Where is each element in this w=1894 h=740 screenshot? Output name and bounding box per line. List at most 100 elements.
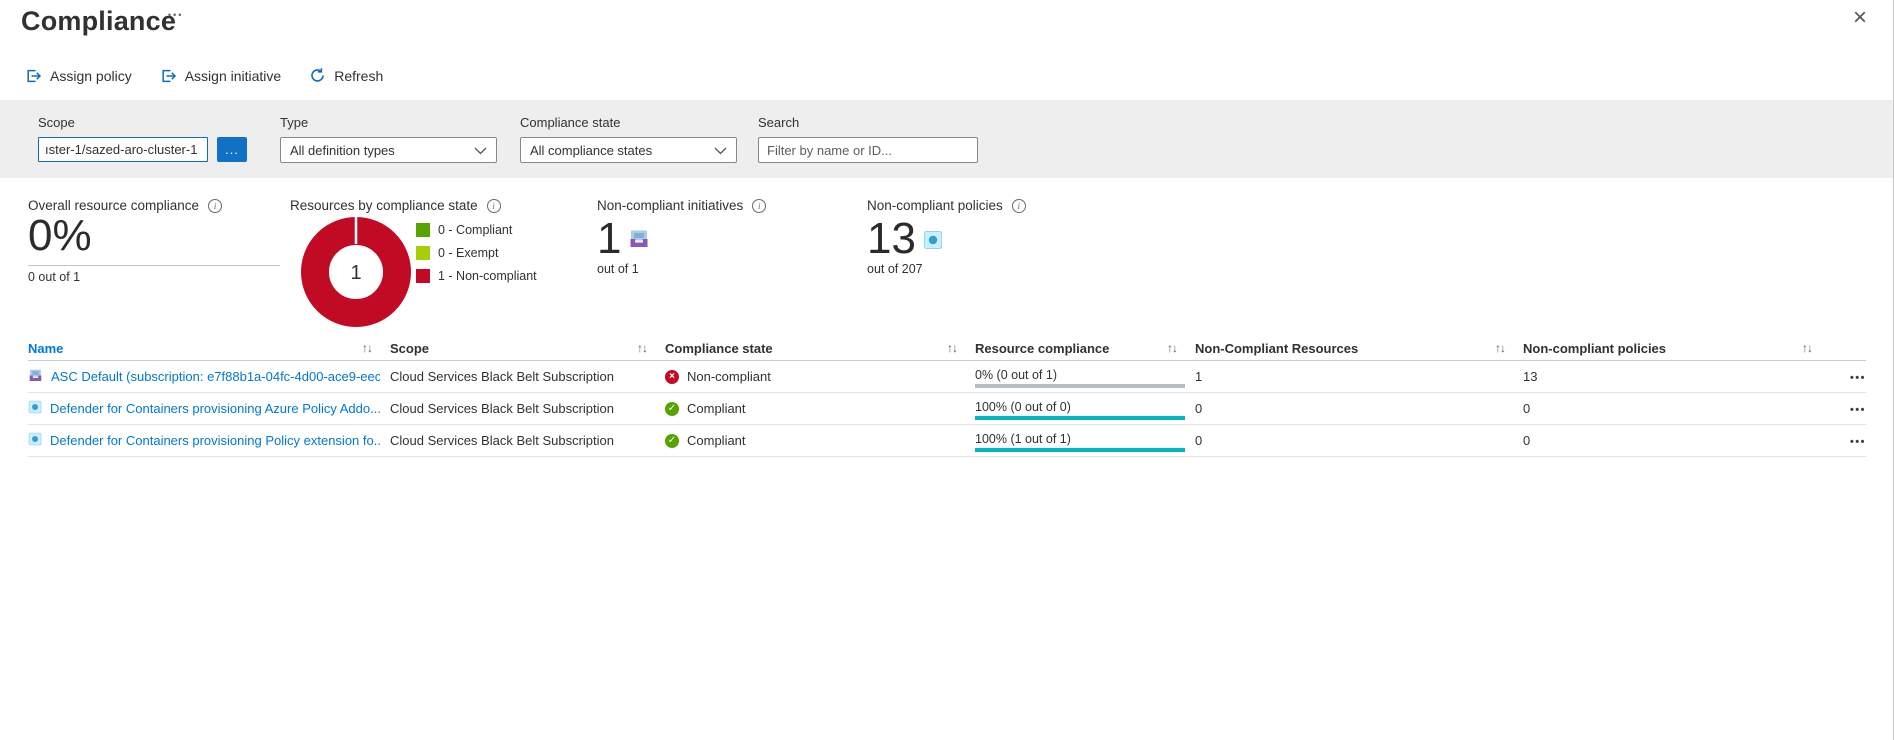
compliance-bar <box>975 416 1185 420</box>
info-icon[interactable]: i <box>1012 199 1026 213</box>
table-row: ASC Default (subscription: e7f88b1a-04fc… <box>28 361 1866 393</box>
sort-icon[interactable]: ↑↓ <box>1495 341 1505 355</box>
non-compliant-policies-stat: Non-compliant policies i 13 out of 207 <box>867 198 1026 276</box>
scope-filter: Scope ... <box>38 115 247 162</box>
overall-compliance-value: 0% <box>28 213 280 259</box>
table-row: Defender for Containers provisioning Pol… <box>28 425 1866 457</box>
assign-policy-label: Assign policy <box>50 68 132 84</box>
non-compliant-icon: × <box>665 370 679 384</box>
scope-browse-button[interactable]: ... <box>217 137 247 162</box>
sort-icon[interactable]: ↑↓ <box>1802 341 1812 355</box>
chevron-down-icon <box>714 143 727 158</box>
row-actions-icon[interactable]: ••• <box>1850 372 1866 384</box>
non-compliant-initiatives-stat: Non-compliant initiatives i 1 out of 1 <box>597 198 766 276</box>
type-filter: Type All definition types <box>280 115 497 163</box>
non-compliant-initiatives-value: 1 <box>597 216 621 262</box>
legend-item: 0 - Exempt <box>416 246 537 260</box>
chart-title-row: Resources by compliance state i <box>290 198 501 213</box>
policy-icon <box>28 432 42 449</box>
non-compliant-resources-cell: 0 <box>1195 433 1523 448</box>
info-icon[interactable]: i <box>487 199 501 213</box>
policy-icon <box>923 230 943 262</box>
table-header: Name ↑↓ Scope ↑↓ Compliance state ↑↓ Res… <box>28 336 1866 361</box>
sort-icon[interactable]: ↑↓ <box>637 341 647 355</box>
overall-compliance-sub: 0 out of 1 <box>28 270 280 284</box>
close-icon[interactable]: × <box>1853 6 1867 30</box>
initiative-icon <box>28 368 43 386</box>
initiative-icon <box>628 228 650 262</box>
policy-name-link[interactable]: ASC Default (subscription: e7f88b1a-04fc… <box>51 369 380 384</box>
compliant-icon: ✓ <box>665 402 679 416</box>
scope-label: Scope <box>38 115 247 130</box>
legend-label: 1 - Non-compliant <box>438 269 537 283</box>
compliant-icon: ✓ <box>665 434 679 448</box>
sort-icon[interactable]: ↑↓ <box>1167 341 1177 355</box>
compliance-state-dropdown[interactable]: All compliance states <box>520 137 737 163</box>
filter-band: Scope ... Type All definition types Comp… <box>0 100 1893 178</box>
table-row: Defender for Containers provisioning Azu… <box>28 393 1866 425</box>
policy-name-link[interactable]: Defender for Containers provisioning Azu… <box>50 401 380 416</box>
column-header-resource-compliance[interactable]: Resource compliance ↑↓ <box>975 341 1195 356</box>
refresh-label: Refresh <box>334 68 383 84</box>
search-filter: Search <box>758 115 978 163</box>
search-label: Search <box>758 115 978 130</box>
assign-icon <box>160 68 177 84</box>
non-compliant-policies-cell: 13 <box>1523 369 1830 384</box>
search-input[interactable] <box>758 137 978 163</box>
assign-initiative-label: Assign initiative <box>185 68 282 84</box>
sort-icon[interactable]: ↑↓ <box>947 341 957 355</box>
non-compliant-initiatives-sub: out of 1 <box>597 262 766 276</box>
refresh-button[interactable]: Refresh <box>309 67 383 84</box>
legend-swatch-exempt <box>416 246 430 260</box>
legend-swatch-non-compliant <box>416 269 430 283</box>
compliance-state-cell: Non-compliant <box>687 369 771 384</box>
policy-icon <box>28 400 42 417</box>
compliance-state-filter: Compliance state All compliance states <box>520 115 737 163</box>
compliance-table: Name ↑↓ Scope ↑↓ Compliance state ↑↓ Res… <box>0 336 1866 457</box>
toolbar: Assign policy Assign initiative Refresh <box>25 67 383 84</box>
resource-compliance-cell: 0% (0 out of 1) <box>975 368 1195 382</box>
column-header-compliance-state[interactable]: Compliance state ↑↓ <box>665 341 975 356</box>
policy-name-link[interactable]: Defender for Containers provisioning Pol… <box>50 433 380 448</box>
legend-label: 0 - Compliant <box>438 223 512 237</box>
divider <box>28 265 280 266</box>
non-compliant-policies-cell: 0 <box>1523 433 1830 448</box>
assign-icon <box>25 68 42 84</box>
type-dropdown[interactable]: All definition types <box>280 137 497 163</box>
row-actions-icon[interactable]: ••• <box>1850 436 1866 448</box>
legend-item: 0 - Compliant <box>416 223 537 237</box>
compliance-state-cell: Compliant <box>687 401 746 416</box>
info-icon[interactable]: i <box>752 199 766 213</box>
chevron-down-icon <box>474 143 487 158</box>
compliance-state-dropdown-value: All compliance states <box>530 143 652 158</box>
legend-swatch-compliant <box>416 223 430 237</box>
overall-compliance-stat: Overall resource compliance i 0% 0 out o… <box>28 198 280 284</box>
column-header-non-compliant-resources[interactable]: Non-Compliant Resources ↑↓ <box>1195 341 1523 356</box>
compliance-donut-chart: 1 <box>300 216 412 333</box>
compliance-blade: Compliance ••• × Assign policy Assign in… <box>0 0 1894 740</box>
column-header-scope[interactable]: Scope ↑↓ <box>390 341 665 356</box>
donut-center-label: 1 <box>350 262 361 284</box>
chart-legend: 0 - Compliant 0 - Exempt 1 - Non-complia… <box>416 223 537 283</box>
compliance-bar <box>975 448 1185 452</box>
assign-policy-button[interactable]: Assign policy <box>25 68 132 84</box>
non-compliant-resources-cell: 1 <box>1195 369 1523 384</box>
non-compliant-policies-cell: 0 <box>1523 401 1830 416</box>
scope-cell: Cloud Services Black Belt Subscription <box>390 433 665 448</box>
non-compliant-policies-sub: out of 207 <box>867 262 1026 276</box>
scope-input[interactable] <box>38 137 208 162</box>
title-more-icon[interactable]: ••• <box>168 10 183 20</box>
non-compliant-policies-value: 13 <box>867 216 916 262</box>
info-icon[interactable]: i <box>208 199 222 213</box>
assign-initiative-button[interactable]: Assign initiative <box>160 68 282 84</box>
compliance-state-cell: Compliant <box>687 433 746 448</box>
column-header-non-compliant-policies[interactable]: Non-compliant policies ↑↓ <box>1523 341 1830 356</box>
type-dropdown-value: All definition types <box>290 143 395 158</box>
refresh-icon <box>309 67 326 84</box>
legend-item: 1 - Non-compliant <box>416 269 537 283</box>
sort-icon[interactable]: ↑↓ <box>362 341 372 355</box>
non-compliant-policies-title: Non-compliant policies <box>867 198 1003 213</box>
column-header-name[interactable]: Name ↑↓ <box>28 341 390 356</box>
compliance-bar <box>975 384 1185 388</box>
row-actions-icon[interactable]: ••• <box>1850 404 1866 416</box>
